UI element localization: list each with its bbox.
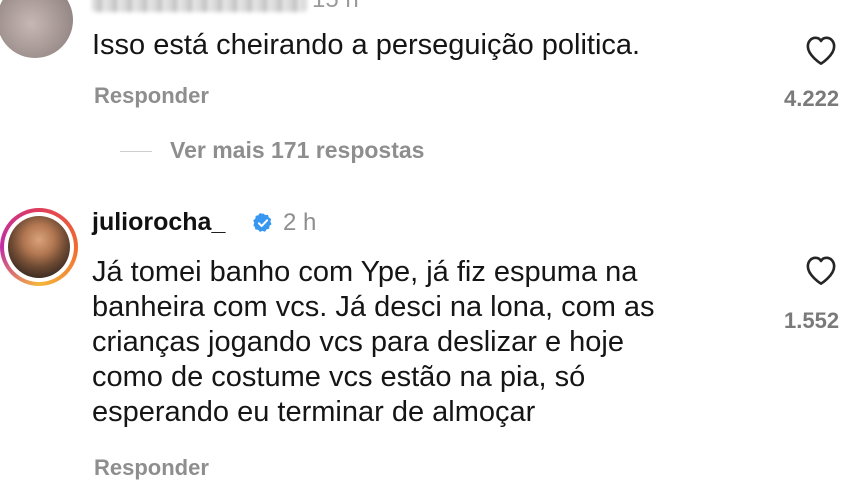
comment-1-like-count: 4.222 bbox=[784, 86, 840, 111]
commenter-1-username-blurred[interactable] bbox=[92, 0, 307, 12]
comment-2-text: Já tomei banho com Ype, já fiz espuma na… bbox=[92, 255, 655, 430]
comment-2-time: 2 h bbox=[283, 209, 317, 236]
comment-1-heart-icon[interactable] bbox=[802, 32, 840, 66]
comment-2-username[interactable]: juliorocha_ bbox=[92, 208, 225, 237]
avatar-juliorocha[interactable] bbox=[8, 216, 70, 278]
comment-1-time: 15 h bbox=[312, 0, 359, 14]
comment-2-line: esperando eu terminar de almoçar bbox=[92, 396, 536, 428]
comment-2-line: como de costume vcs estão na pia, só bbox=[92, 361, 586, 393]
view-more-divider-line bbox=[120, 151, 152, 152]
verified-badge-icon bbox=[253, 213, 272, 232]
view-more-replies-button[interactable]: Ver mais 171 respostas bbox=[170, 137, 424, 164]
comment-2-like-count: 1.552 bbox=[784, 308, 840, 333]
comment-2-reply-button[interactable]: Responder bbox=[94, 455, 209, 481]
avatar-commenter-1[interactable] bbox=[0, 0, 73, 58]
avatar-story-ring[interactable] bbox=[0, 208, 78, 286]
comment-1-text: Isso está cheirando a perseguição politi… bbox=[92, 28, 640, 63]
comment-2-line: banheira com vcs. Já desci na lona, com … bbox=[92, 291, 655, 323]
comment-1-line: Isso está cheirando a perseguição politi… bbox=[92, 29, 641, 61]
comment-1-reply-button[interactable]: Responder bbox=[94, 83, 209, 109]
comment-2-heart-icon[interactable] bbox=[802, 252, 840, 286]
comment-2-line: Já tomei banho com Ype, já fiz espuma na bbox=[92, 256, 638, 288]
comment-2-line: crianças jogando vcs para deslizar e hoj… bbox=[92, 326, 624, 358]
